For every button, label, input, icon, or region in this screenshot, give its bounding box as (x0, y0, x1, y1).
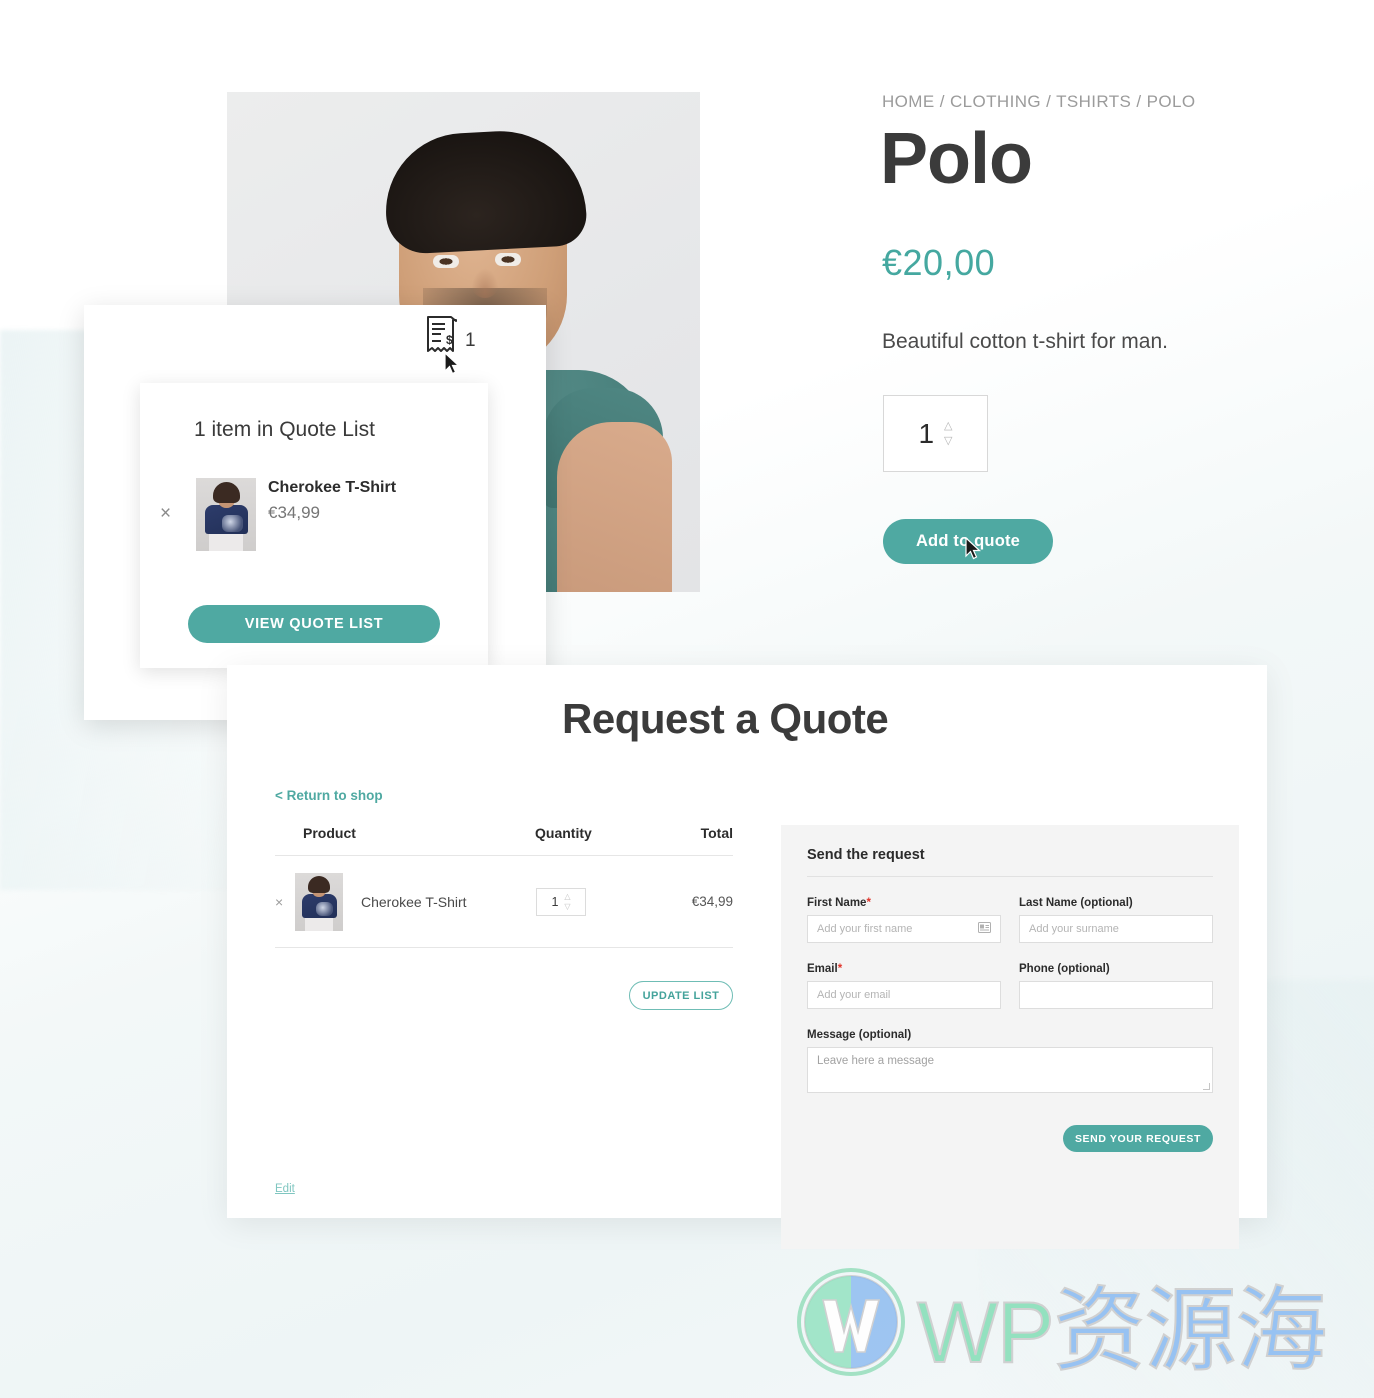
phone-field[interactable] (1019, 981, 1213, 1009)
chevron-down-icon[interactable]: ▽ (944, 436, 952, 447)
photo-eye-left (433, 255, 459, 268)
remove-item-icon[interactable]: × (160, 503, 171, 525)
contact-card-icon[interactable] (978, 922, 991, 936)
thumb-pants (305, 915, 333, 931)
thumb-hair (213, 482, 240, 503)
page-title: Polo (880, 119, 1033, 199)
product-description: Beautiful cotton t-shirt for man. (882, 330, 1168, 353)
remove-row-icon[interactable]: × (275, 894, 295, 910)
label-last-name: Last Name (optional) (1019, 897, 1133, 909)
request-quote-title: Request a Quote (562, 695, 889, 742)
watermark-cn: 资源海 (1053, 1279, 1329, 1383)
field-group-first-name: First Name* Add your first name (807, 897, 1001, 943)
column-header-product: Product (303, 825, 356, 841)
add-to-quote-button[interactable]: Add to quote (883, 519, 1053, 564)
label-first-name: First Name* (807, 897, 1001, 909)
stepper-arrows[interactable]: △ ▽ (944, 421, 952, 447)
row-quantity-cell: 1 △ ▽ (536, 887, 656, 916)
quote-item-name[interactable]: Cherokee T-Shirt (268, 479, 396, 497)
resize-handle[interactable] (1203, 1083, 1210, 1090)
quote-item-price: €34,99 (268, 503, 320, 522)
field-group-message: Message (optional) Leave here a message (807, 1029, 1213, 1093)
quote-list-trigger[interactable]: $ 1 (425, 315, 476, 360)
form-heading: Send the request (807, 847, 1213, 877)
last-name-field[interactable]: Add your surname (1019, 915, 1213, 943)
send-request-form: Send the request First Name* Add your fi… (781, 825, 1239, 1249)
required-marker: * (866, 897, 871, 909)
quote-list-table: Product Quantity Total × Cherokee T-Shir… (275, 825, 733, 948)
form-row-contact: Email* Add your email Phone (optional) (807, 963, 1213, 1009)
watermark-wp: WP (916, 1284, 1056, 1382)
table-header-row: Product Quantity Total (275, 825, 733, 856)
quote-list-dropdown: 1 item in Quote List × Cherokee T-Shirt … (140, 383, 488, 668)
edit-link[interactable]: Edit (275, 1183, 295, 1195)
receipt-icon[interactable]: $ (425, 315, 459, 360)
thumb-print (222, 515, 243, 532)
field-group-last-name: Last Name (optional) Add your surname (1019, 897, 1213, 943)
photo-nose (471, 268, 499, 298)
last-name-placeholder: Add your surname (1029, 923, 1119, 935)
column-header-quantity: Quantity (535, 825, 592, 841)
chevron-up-icon[interactable]: △ (564, 892, 570, 900)
form-row-message: Message (optional) Leave here a message (807, 1029, 1213, 1093)
photo-arm (557, 422, 672, 592)
row-total: €34,99 (691, 894, 733, 909)
form-row-names: First Name* Add your first name Last Nam… (807, 897, 1213, 943)
column-header-total: Total (700, 825, 733, 841)
quantity-stepper[interactable]: 1 △ ▽ (883, 395, 988, 472)
message-textarea[interactable]: Leave here a message (807, 1047, 1213, 1093)
watermark-text: WP 资源海 (916, 1256, 1329, 1389)
email-placeholder: Add your email (817, 989, 891, 1001)
wordpress-logo-icon (797, 1268, 905, 1376)
quote-list-heading: 1 item in Quote List (194, 418, 375, 441)
table-row: × Cherokee T-Shirt 1 △ ▽ €34,99 (275, 856, 733, 948)
message-placeholder: Leave here a message (817, 1055, 934, 1067)
watermark: WP 资源海 (795, 1258, 1355, 1386)
label-phone: Phone (optional) (1019, 963, 1110, 975)
label-text: Email (807, 963, 838, 975)
svg-text:$: $ (446, 333, 453, 347)
send-request-button[interactable]: SEND YOUR REQUEST (1063, 1125, 1213, 1152)
row-quantity-stepper[interactable]: 1 △ ▽ (536, 887, 586, 916)
first-name-placeholder: Add your first name (817, 923, 913, 935)
label-email: Email* (807, 963, 1001, 975)
row-stepper-arrows[interactable]: △ ▽ (564, 892, 570, 910)
quote-item-thumbnail[interactable] (196, 478, 256, 551)
required-marker: * (837, 963, 843, 975)
return-to-shop-link[interactable]: < Return to shop (275, 788, 383, 803)
label-text: First Name (807, 897, 867, 909)
quantity-value: 1 (918, 417, 935, 449)
product-price: €20,00 (882, 242, 996, 283)
thumb-pants (209, 533, 243, 551)
row-thumbnail[interactable] (295, 872, 343, 931)
field-group-email: Email* Add your email (807, 963, 1001, 1009)
first-name-field[interactable]: Add your first name (807, 915, 1001, 943)
quote-count-badge: 1 (465, 330, 476, 351)
label-message: Message (optional) (807, 1029, 912, 1041)
photo-eye-right (495, 253, 521, 266)
thumb-print (316, 901, 333, 916)
breadcrumb[interactable]: HOME / CLOTHING / TSHIRTS / POLO (882, 92, 1196, 112)
chevron-down-icon[interactable]: ▽ (564, 902, 570, 910)
row-product-name[interactable]: Cherokee T-Shirt (361, 894, 536, 910)
email-field[interactable]: Add your email (807, 981, 1001, 1009)
page-root: HOME / CLOTHING / TSHIRTS / POLO Polo €2… (0, 0, 1374, 1398)
update-list-button[interactable]: UPDATE LIST (629, 981, 733, 1010)
field-group-phone: Phone (optional) (1019, 963, 1213, 1009)
request-quote-card: Request a Quote < Return to shop Product… (227, 665, 1267, 1249)
row-quantity-value: 1 (551, 894, 559, 909)
view-quote-list-button[interactable]: VIEW QUOTE LIST (188, 605, 440, 643)
chevron-up-icon[interactable]: △ (944, 421, 952, 432)
